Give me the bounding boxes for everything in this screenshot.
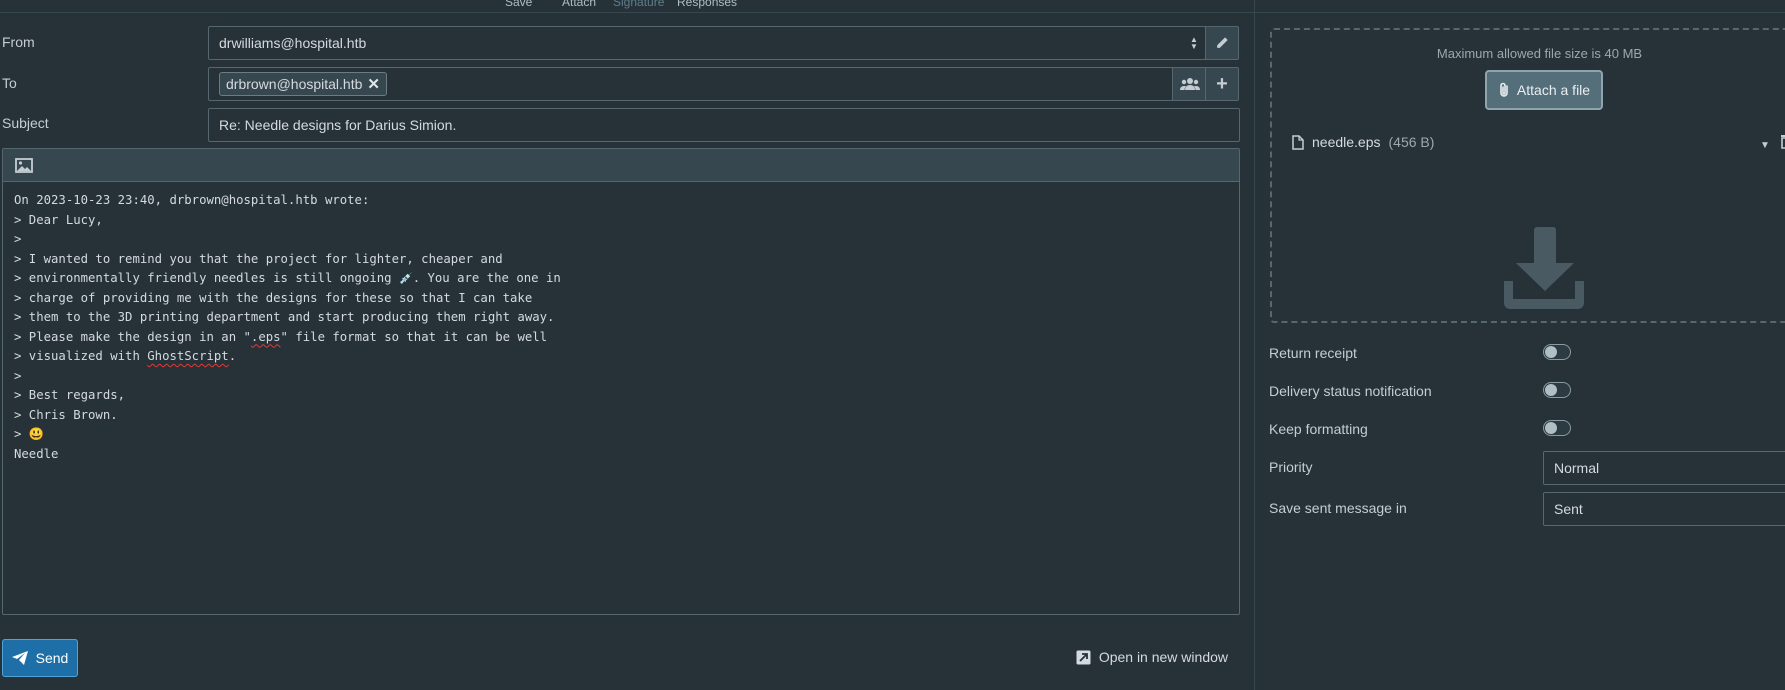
editor-toolbar (3, 149, 1239, 182)
max-file-size-text: Maximum allowed file size is 40 MB (1436, 46, 1643, 61)
to-recipient-input[interactable]: drbrown@hospital.htb ✕ (208, 67, 1173, 101)
return-receipt-label: Return receipt (1269, 345, 1357, 361)
body-line: > environmentally friendly needles is st… (14, 271, 399, 285)
save-sent-label: Save sent message in (1269, 500, 1407, 516)
send-label: Send (35, 650, 69, 666)
address-book-button[interactable] (1172, 67, 1207, 101)
from-value: drwilliams@hospital.htb (219, 35, 367, 51)
attachment-item[interactable]: needle.eps (456 B) (1292, 134, 1434, 150)
body-line: . (228, 349, 237, 363)
toolbar-attach-button[interactable]: Attach (562, 0, 596, 9)
attachment-dropzone[interactable]: Maximum allowed file size is 40 MB Attac… (1270, 28, 1785, 323)
from-label: From (2, 34, 35, 50)
body-line: > Best regards, (14, 388, 126, 402)
plus-icon: + (1216, 73, 1228, 95)
to-label: To (2, 75, 17, 91)
image-icon[interactable] (15, 157, 33, 173)
return-receipt-toggle[interactable] (1543, 344, 1571, 360)
panel-divider (1254, 0, 1255, 690)
priority-value: Normal (1554, 460, 1600, 476)
body-line: > Dear Lucy, (14, 212, 103, 227)
body-line: " file format so that it can be well (280, 329, 548, 344)
attachment-size: (456 B) (1388, 134, 1435, 150)
body-line: Needle (14, 446, 59, 461)
edit-identity-button[interactable] (1205, 26, 1239, 60)
open-new-window-label: Open in new window (1098, 649, 1228, 665)
save-sent-value: Sent (1554, 501, 1583, 517)
attach-file-label: Attach a file (1516, 82, 1591, 98)
body-line: On 2023-10-23 23:40, drbrown@hospital.ht… (14, 193, 370, 207)
syringe-emoji: 💉 (398, 272, 413, 285)
subject-input[interactable]: Re: Needle designs for Darius Simion. (208, 108, 1240, 142)
subject-label: Subject (2, 115, 49, 131)
attachment-filename: needle.eps (1312, 134, 1381, 150)
toolbar-responses-button[interactable]: Responses (677, 0, 737, 9)
paper-plane-icon (11, 651, 28, 665)
body-line: > them to the 3D printing department and… (14, 310, 555, 324)
body-line: . You are the one in (412, 271, 561, 285)
body-line: > (14, 232, 22, 246)
remove-recipient-icon[interactable]: ✕ (367, 75, 380, 93)
file-icon (1292, 134, 1304, 150)
paperclip-icon (1500, 82, 1508, 97)
recipient-chip[interactable]: drbrown@hospital.htb ✕ (219, 72, 387, 96)
save-sent-select[interactable]: Sent (1543, 492, 1785, 526)
compose-toolbar: Save Attach Signature Responses (0, 0, 1254, 13)
select-arrows-icon: ▲ ▼ (1190, 35, 1198, 51)
open-new-window-link[interactable]: Open in new window (1076, 649, 1228, 665)
delete-attachment-icon[interactable] (1780, 134, 1785, 152)
body-line: > I wanted to remind you that the projec… (14, 251, 503, 266)
body-line: > Please make the design in an " (14, 329, 251, 344)
misspelled-word: GhostScript (147, 349, 229, 363)
users-icon (1179, 78, 1200, 90)
keep-formatting-toggle[interactable] (1543, 420, 1571, 436)
misspelled-word: .eps (250, 329, 281, 344)
right-panel-topline (1255, 12, 1785, 13)
keep-formatting-label: Keep formatting (1269, 421, 1368, 437)
body-line: > (14, 368, 22, 383)
attach-file-button[interactable]: Attach a file (1485, 70, 1603, 110)
toolbar-save-button[interactable]: Save (505, 0, 532, 9)
pencil-icon (1217, 37, 1228, 48)
priority-label: Priority (1269, 459, 1313, 475)
send-button[interactable]: Send (2, 639, 78, 677)
body-line: > charge of providing me with the design… (14, 290, 533, 305)
body-line: > visualized with (14, 349, 148, 363)
toolbar-signature-button[interactable]: Signature (613, 0, 664, 9)
body-line: > Chris Brown. (14, 407, 118, 422)
priority-select[interactable]: Normal (1543, 451, 1785, 485)
subject-value: Re: Needle designs for Darius Simion. (219, 117, 457, 133)
delivery-status-label: Delivery status notification (1269, 383, 1432, 399)
message-editor[interactable]: On 2023-10-23 23:40, drbrown@hospital.ht… (2, 148, 1240, 615)
delivery-status-toggle[interactable] (1543, 382, 1571, 398)
attachment-menu-chevron-icon[interactable]: ▼ (1760, 140, 1770, 151)
add-header-button[interactable]: + (1205, 67, 1239, 101)
external-window-icon (1076, 650, 1091, 664)
from-select[interactable]: drwilliams@hospital.htb ▲ ▼ (208, 26, 1206, 60)
body-line: > (14, 427, 29, 441)
download-drop-icon (1504, 227, 1584, 309)
message-body[interactable]: On 2023-10-23 23:40, drbrown@hospital.ht… (3, 182, 1239, 473)
recipient-address: drbrown@hospital.htb (226, 76, 363, 92)
smiley-emoji: 😃 (28, 427, 45, 441)
